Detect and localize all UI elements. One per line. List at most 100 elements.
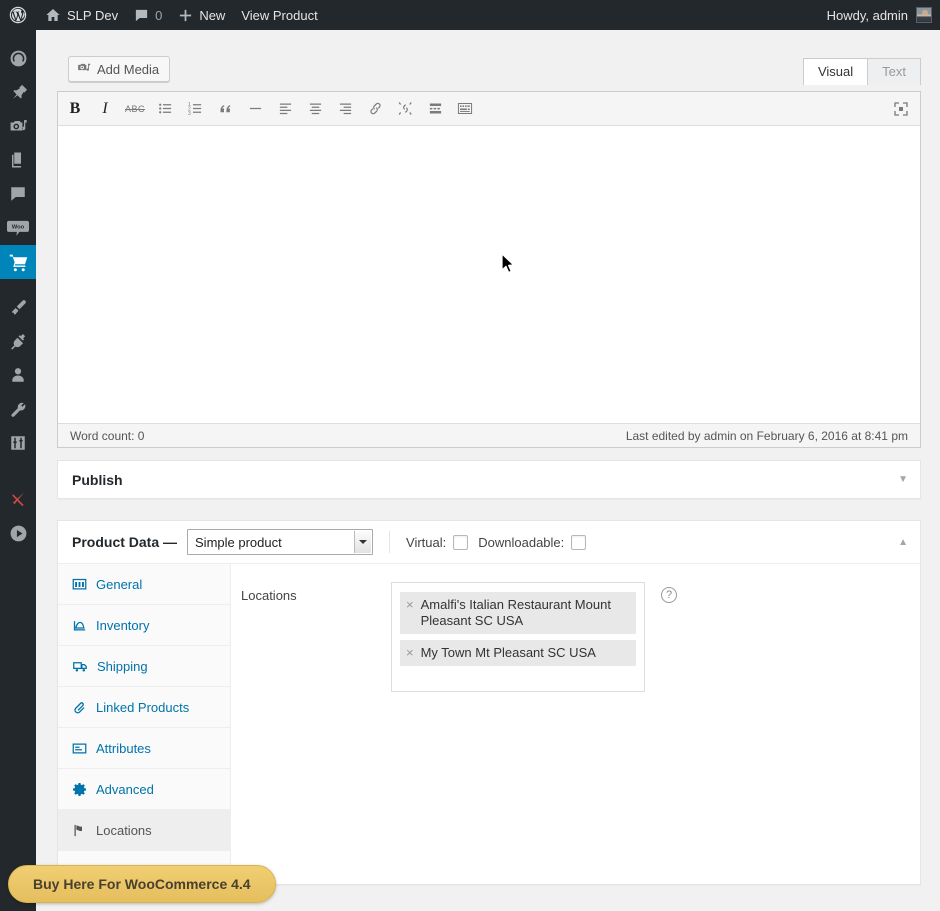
buy-here-badge[interactable]: Buy Here For WooCommerce 4.4 xyxy=(8,865,276,903)
tab-visual[interactable]: Visual xyxy=(802,58,869,85)
virtual-checkbox-group[interactable]: Virtual: xyxy=(406,534,469,550)
align-center-button[interactable] xyxy=(301,95,329,123)
play-circle-icon xyxy=(9,524,28,543)
attributes-icon xyxy=(72,741,87,756)
product-data-metabox: Product Data — Simple product Virtual: D… xyxy=(57,520,921,885)
comments-menu[interactable]: 0 xyxy=(126,0,170,30)
svg-text:Woo: Woo xyxy=(12,225,25,231)
blockquote-button[interactable] xyxy=(211,95,239,123)
sidebar-item-woocommerce[interactable]: Woo xyxy=(0,211,36,245)
editor-status-bar: Word count: 0 Last edited by admin on Fe… xyxy=(58,423,920,447)
product-type-value: Simple product xyxy=(195,534,282,550)
help-question-icon[interactable]: ? xyxy=(661,587,677,603)
tab-inventory-label: Inventory xyxy=(96,617,150,633)
media-buttons-row: Add Media Visual Text xyxy=(57,46,921,91)
dashboard-gauge-icon xyxy=(9,49,28,68)
sidebar-item-pages[interactable] xyxy=(0,143,36,177)
woo-icon: Woo xyxy=(7,219,29,237)
product-data-title: Product Data — xyxy=(72,534,178,550)
admin-sidebar-menu: Woo xyxy=(0,30,44,911)
location-token-label: Amalfi's Italian Restaurant Mount Pleasa… xyxy=(420,597,611,628)
read-more-button[interactable] xyxy=(421,95,449,123)
editor-content-area[interactable] xyxy=(58,126,920,423)
tab-text[interactable]: Text xyxy=(867,58,921,85)
align-left-button[interactable] xyxy=(271,95,299,123)
unlink-button[interactable] xyxy=(391,95,419,123)
main-content-area: Add Media Visual Text B I ABC 123 Word c… xyxy=(36,30,940,911)
add-media-button[interactable]: Add Media xyxy=(68,56,171,82)
tab-advanced[interactable]: Advanced xyxy=(58,769,230,810)
product-type-select[interactable]: Simple product xyxy=(187,529,374,555)
remove-token-icon[interactable]: × xyxy=(406,645,414,661)
downloadable-checkbox[interactable] xyxy=(571,534,587,550)
sidebar-item-products[interactable] xyxy=(0,245,44,279)
sidebar-item-posts[interactable] xyxy=(0,75,36,109)
svg-text:3: 3 xyxy=(188,111,191,116)
sidebar-item-plugins[interactable] xyxy=(0,324,36,358)
tab-locations-active-label: Locations xyxy=(96,822,152,838)
pin-icon xyxy=(9,83,28,102)
view-product-link[interactable]: View Product xyxy=(233,0,325,30)
new-content-menu[interactable]: New xyxy=(170,0,233,30)
user-icon xyxy=(9,366,27,384)
publish-metabox-header[interactable]: Publish ▼ xyxy=(58,461,920,499)
locations-field-label: Locations xyxy=(241,588,297,603)
link-paperclip-icon xyxy=(72,700,87,715)
my-account-menu[interactable]: Howdy, admin xyxy=(827,0,940,30)
locations-token-field[interactable]: × Amalfi's Italian Restaurant Mount Plea… xyxy=(391,582,645,692)
bold-button[interactable]: B xyxy=(61,95,89,123)
sidebar-item-tools[interactable] xyxy=(0,392,36,426)
comment-bubble-icon xyxy=(134,8,149,23)
avatar xyxy=(916,7,932,23)
tab-advanced-label: Attributes xyxy=(96,740,151,756)
gear-icon xyxy=(72,782,87,797)
fullscreen-icon[interactable] xyxy=(887,95,915,123)
chevron-up-icon[interactable]: ▲ xyxy=(898,537,908,548)
howdy-label: Howdy, admin xyxy=(826,7,908,23)
sidebar-item-media[interactable] xyxy=(0,109,36,143)
wordpress-logo-icon[interactable] xyxy=(0,0,37,30)
map-marker-flag-icon xyxy=(72,823,87,838)
numbered-list-button[interactable]: 123 xyxy=(181,95,209,123)
home-icon xyxy=(45,7,61,23)
mouse-cursor xyxy=(501,253,515,274)
location-token[interactable]: × My Town Mt Pleasant SC USA xyxy=(400,640,636,666)
tab-inventory[interactable]: Inventory xyxy=(58,605,230,646)
horizontal-rule-button[interactable] xyxy=(241,95,269,123)
product-data-body: General Inventory Shipping Linked Produc… xyxy=(58,564,920,885)
sidebar-item-settings[interactable] xyxy=(0,426,36,460)
align-right-button[interactable] xyxy=(331,95,359,123)
sidebar-item-media-player[interactable] xyxy=(0,516,36,550)
add-media-label: Add Media xyxy=(97,61,160,77)
downloadable-checkbox-group[interactable]: Downloadable: xyxy=(478,534,587,550)
bulleted-list-button[interactable] xyxy=(151,95,179,123)
location-token[interactable]: × Amalfi's Italian Restaurant Mount Plea… xyxy=(400,592,636,634)
shipping-truck-icon xyxy=(72,659,88,674)
tab-shipping[interactable]: Shipping xyxy=(58,646,230,687)
sidebar-item-store-locator-plus[interactable] xyxy=(0,482,36,516)
site-name-label: SLP Dev xyxy=(67,7,119,23)
sidebar-item-appearance[interactable] xyxy=(0,290,36,324)
wordpress-admin-screen: SLP Dev 0 New View Product Howdy, admin xyxy=(0,0,940,911)
tab-attributes[interactable]: Attributes xyxy=(58,728,230,769)
toolbar-toggle-button[interactable] xyxy=(451,95,479,123)
site-name-menu[interactable]: SLP Dev xyxy=(37,0,126,30)
chevron-down-icon[interactable]: ▼ xyxy=(898,475,908,485)
sidebar-item-dashboard[interactable] xyxy=(0,41,36,75)
virtual-checkbox[interactable] xyxy=(453,534,469,550)
tab-general[interactable]: General xyxy=(58,564,230,605)
tab-general-label: General xyxy=(96,576,143,592)
tab-linked-products[interactable]: Linked Products xyxy=(58,687,230,728)
sidebar-item-comments[interactable] xyxy=(0,177,36,211)
insert-link-button[interactable] xyxy=(361,95,389,123)
strikethrough-button[interactable]: ABC xyxy=(121,95,149,123)
editor-toolbar: B I ABC 123 xyxy=(58,92,920,126)
media-camera-music-icon xyxy=(9,117,28,136)
remove-token-icon[interactable]: × xyxy=(406,597,414,613)
admin-bar: SLP Dev 0 New View Product Howdy, admin xyxy=(0,0,940,30)
sidebar-item-users[interactable] xyxy=(0,358,36,392)
tab-locations[interactable]: Locations xyxy=(58,810,230,851)
general-icon xyxy=(72,577,87,592)
settings-sliders-icon xyxy=(9,434,27,452)
italic-button[interactable]: I xyxy=(91,95,119,123)
